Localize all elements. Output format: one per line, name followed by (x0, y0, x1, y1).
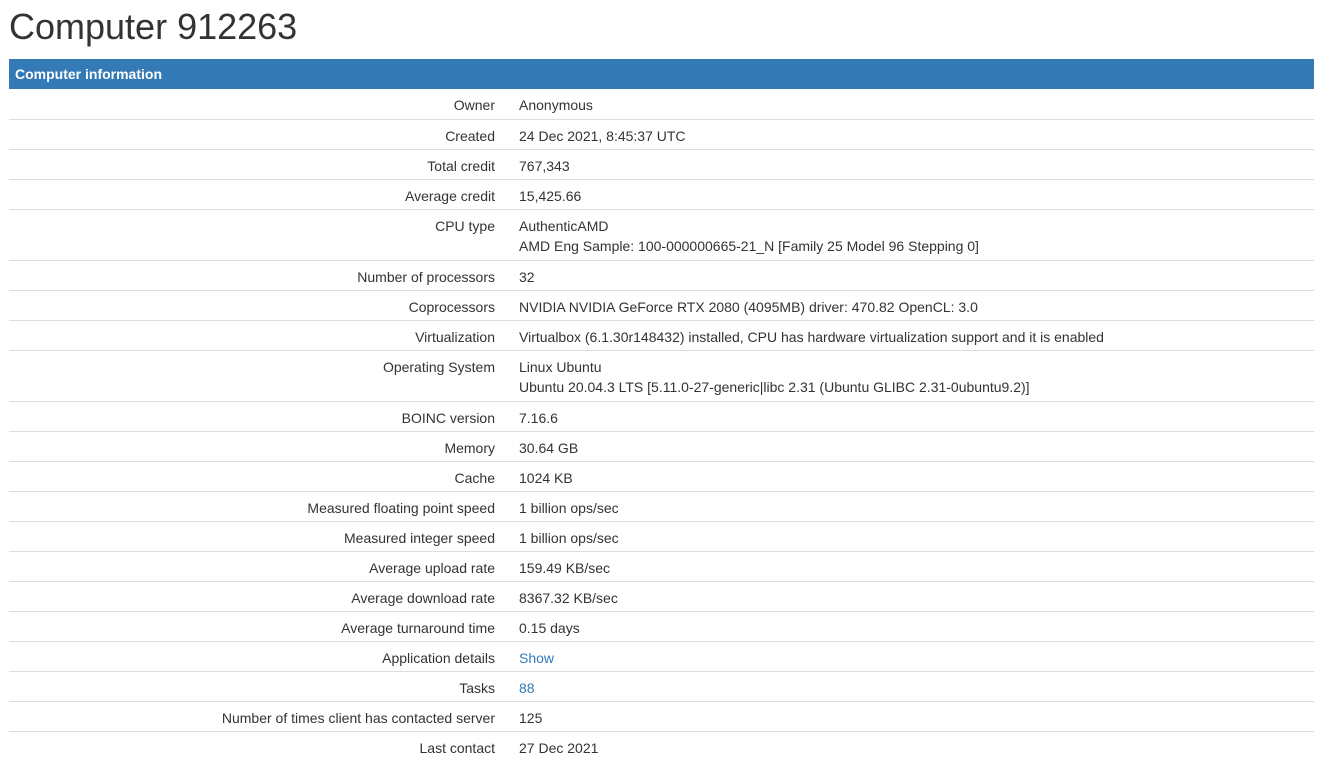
row-label: Average download rate (9, 581, 519, 612)
row-value: Virtualbox (6.1.30r148432) installed, CP… (519, 320, 1314, 351)
row-value: 8367.32 KB/sec (519, 581, 1314, 612)
table-row-download-rate: Average download rate 8367.32 KB/sec (9, 581, 1314, 612)
row-value: 32 (519, 260, 1314, 291)
table-row-fp-speed: Measured floating point speed 1 billion … (9, 491, 1314, 522)
row-label: Tasks (9, 671, 519, 702)
row-label: Total credit (9, 149, 519, 180)
row-value: 159.49 KB/sec (519, 551, 1314, 582)
row-value: 27 Dec 2021 (519, 739, 599, 756)
row-label: Measured floating point speed (9, 491, 519, 522)
table-row-total-credit: Total credit 767,343 (9, 149, 1314, 180)
table-row-created: Created 24 Dec 2021, 8:45:37 UTC (9, 119, 1314, 150)
row-value: Anonymous (519, 89, 1314, 120)
row-label: Number of processors (9, 260, 519, 291)
table-row-memory: Memory 30.64 GB (9, 431, 1314, 462)
row-label: Measured integer speed (9, 521, 519, 552)
table-row-average-credit: Average credit 15,425.66 (9, 179, 1314, 210)
cpu-vendor: AuthenticAMD (519, 217, 609, 234)
table-row-app-details: Application details Show (9, 641, 1314, 672)
row-label: Cache (9, 461, 519, 492)
row-label: Average upload rate (9, 551, 519, 582)
row-value: 1024 KB (519, 461, 1314, 492)
row-value: NVIDIA NVIDIA GeForce RTX 2080 (4095MB) … (519, 290, 1314, 321)
row-value: Linux Ubuntu Ubuntu 20.04.3 LTS [5.11.0-… (519, 350, 1314, 402)
row-label: Coprocessors (9, 290, 519, 321)
row-label: Average turnaround time (9, 611, 519, 642)
row-label: BOINC version (9, 401, 519, 432)
row-value: Show (519, 641, 1314, 672)
row-value: 0.15 days (519, 611, 1314, 642)
row-label: Memory (9, 431, 519, 462)
row-value: 24 Dec 2021, 8:45:37 UTC (519, 119, 1314, 150)
row-value: 88 (519, 671, 1314, 702)
row-value: 1 billion ops/sec (519, 491, 1314, 522)
table-row-virtualization: Virtualization Virtualbox (6.1.30r148432… (9, 320, 1314, 351)
table-row-boinc-version: BOINC version 7.16.6 (9, 401, 1314, 432)
table-row-owner: Owner Anonymous (9, 89, 1314, 120)
table-row-num-processors: Number of processors 32 (9, 260, 1314, 291)
cpu-model: AMD Eng Sample: 100-000000665-21_N [Fami… (519, 237, 979, 254)
row-label: Created (9, 119, 519, 150)
table-row-cache: Cache 1024 KB (9, 461, 1314, 492)
computer-info-table: Owner Anonymous Created 24 Dec 2021, 8:4… (9, 89, 1314, 761)
table-row-tasks: Tasks 88 (9, 671, 1314, 702)
row-label: Operating System (9, 350, 519, 402)
table-row-upload-rate: Average upload rate 159.49 KB/sec (9, 551, 1314, 582)
row-value: 7.16.6 (519, 401, 1314, 432)
row-value: 30.64 GB (519, 431, 1314, 462)
os-name: Linux Ubuntu (519, 358, 602, 375)
row-label: Last contact (419, 739, 496, 756)
row-label: Owner (9, 89, 519, 120)
row-value: 125 (519, 701, 1314, 732)
row-value: 15,425.66 (519, 179, 1314, 210)
row-value: AuthenticAMD AMD Eng Sample: 100-0000006… (519, 209, 1314, 261)
row-label: Application details (9, 641, 519, 672)
table-row-int-speed: Measured integer speed 1 billion ops/sec (9, 521, 1314, 552)
show-app-details-link[interactable]: Show (519, 650, 554, 666)
row-label: Average credit (9, 179, 519, 210)
panel-header: Computer information (9, 59, 1314, 89)
table-row-contacts: Number of times client has contacted ser… (9, 701, 1314, 732)
os-version: Ubuntu 20.04.3 LTS [5.11.0-27-generic|li… (519, 378, 1030, 395)
table-row-turnaround: Average turnaround time 0.15 days (9, 611, 1314, 642)
table-row-cpu-type: CPU type AuthenticAMD AMD Eng Sample: 10… (9, 209, 1314, 261)
row-value: 767,343 (519, 149, 1314, 180)
table-row-coprocessors: Coprocessors NVIDIA NVIDIA GeForce RTX 2… (9, 290, 1314, 321)
row-value: 1 billion ops/sec (519, 521, 1314, 552)
computer-info-panel: Computer information Owner Anonymous Cre… (9, 59, 1314, 761)
tasks-link[interactable]: 88 (519, 680, 535, 696)
row-label: CPU type (9, 209, 519, 261)
row-label: Virtualization (9, 320, 519, 351)
row-label: Number of times client has contacted ser… (9, 701, 519, 732)
page-title: Computer 912263 (9, 6, 298, 47)
table-row-operating-system: Operating System Linux Ubuntu Ubuntu 20.… (9, 350, 1314, 402)
table-row-last-contact: Last contact 27 Dec 2021 (9, 731, 1314, 761)
